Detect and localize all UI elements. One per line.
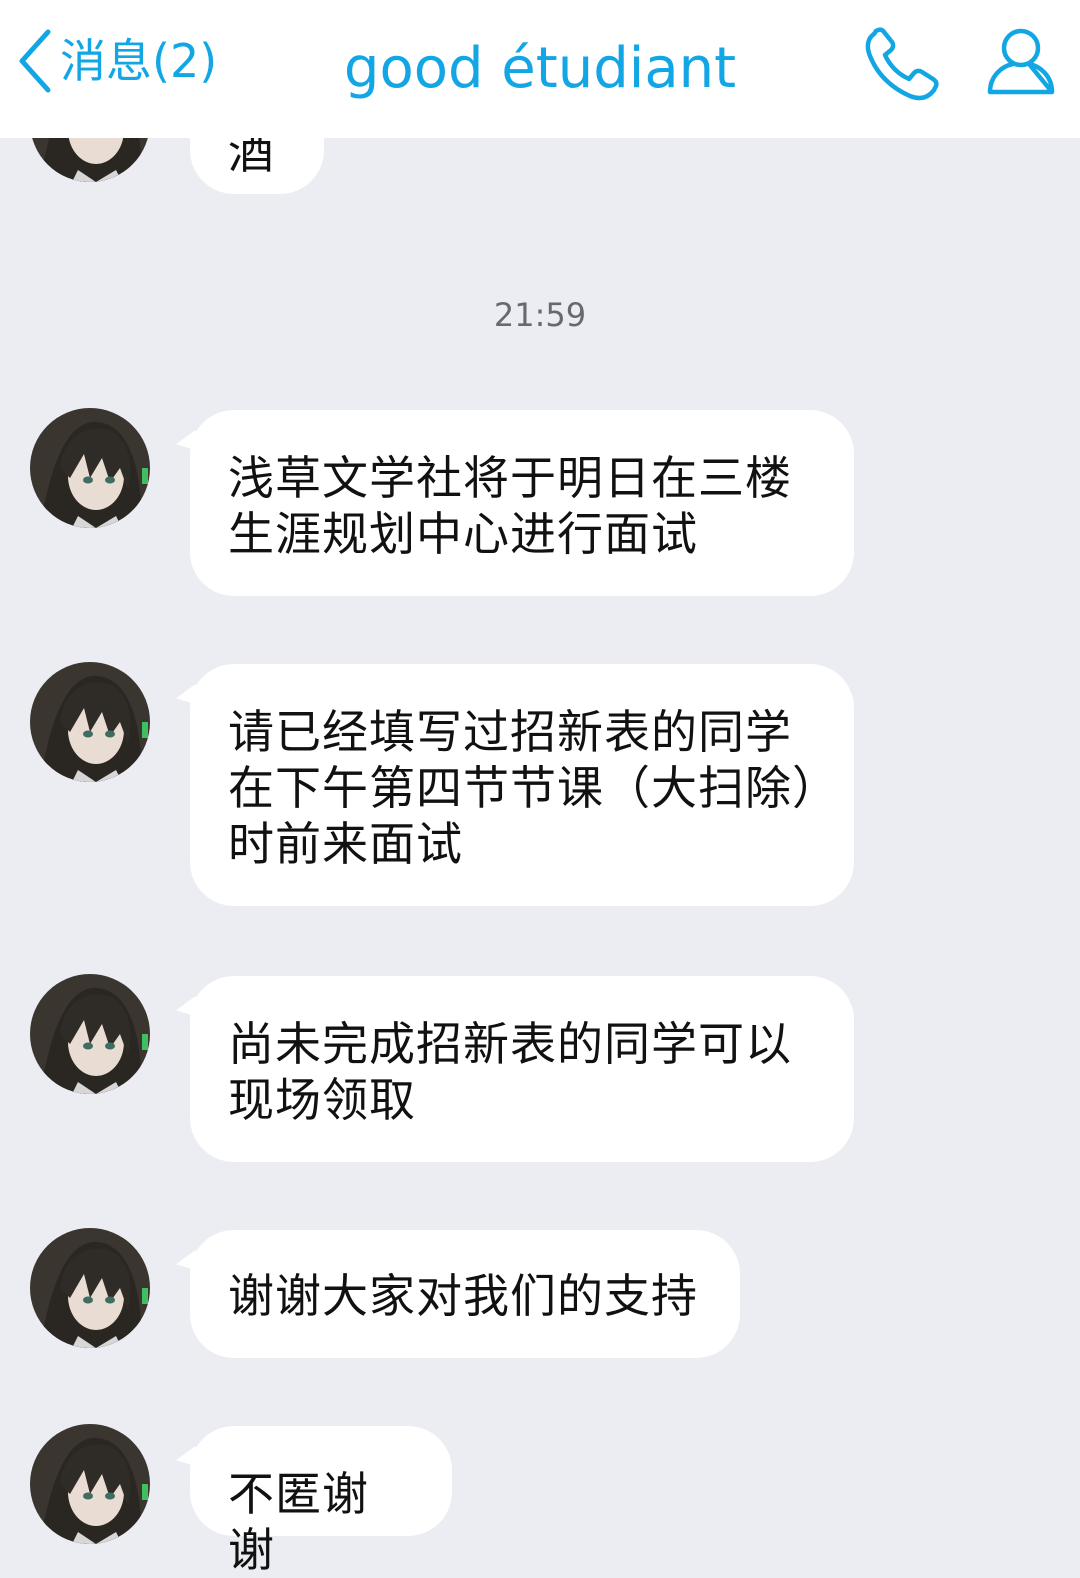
message-bubble[interactable]: 浅草文学社将于明日在三楼生涯规划中心进行面试 [190,410,854,596]
contact-avatar[interactable] [30,408,150,528]
phone-icon [865,27,939,101]
message-text: 尚未完成招新表的同学可以现场领取 [228,1017,792,1127]
message-bubble[interactable]: 不匿谢谢 [190,1426,452,1577]
top-navigation-bar: 消息(2) good étudiant [0,0,1080,138]
contact-avatar[interactable] [30,662,150,782]
chat-area: 酒 21:59 浅草文学社将于明日在三楼生涯规划中心进行面试 请已经填写过招新表… [0,0,1080,1577]
profile-button[interactable] [984,26,1058,98]
contact-avatar[interactable] [30,1228,150,1348]
message-timestamp: 21:59 [493,296,587,334]
call-button[interactable] [862,26,942,102]
message-text: 谢谢大家对我们的支持 [228,1269,698,1323]
contact-avatar[interactable] [30,1424,150,1544]
message-bubble[interactable]: 谢谢大家对我们的支持 [190,1230,740,1358]
profile-icon [987,28,1055,95]
message-text: 不匿谢谢 [228,1467,369,1577]
message-bubble[interactable]: 请已经填写过招新表的同学在下午第四节节课（大扫除）时前来面试 [190,664,854,906]
contact-avatar[interactable] [30,974,150,1094]
message-bubble[interactable]: 尚未完成招新表的同学可以现场领取 [190,976,854,1162]
message-text: 请已经填写过招新表的同学在下午第四节节课（大扫除）时前来面试 [228,705,816,871]
message-text: 浅草文学社将于明日在三楼生涯规划中心进行面试 [228,451,792,561]
